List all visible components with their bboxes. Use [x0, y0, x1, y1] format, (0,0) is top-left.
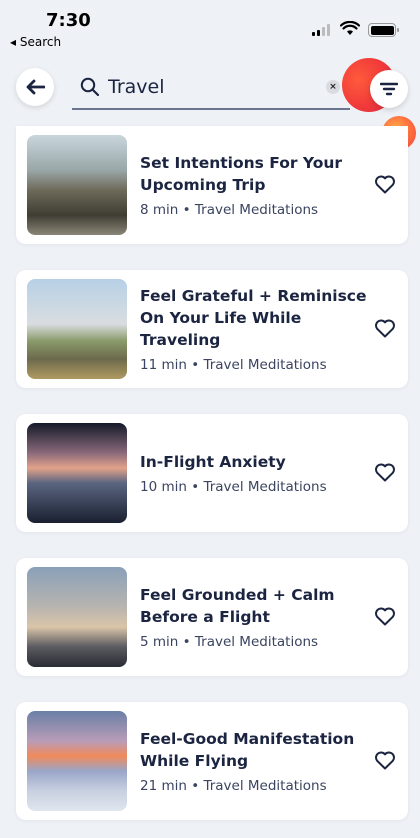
list-item[interactable]: Feel Grateful + Reminisce On Your Life W… [16, 270, 408, 388]
meditation-thumbnail [27, 567, 127, 667]
list-item[interactable]: Feel-Good Manifestation While Flying 21 … [16, 702, 408, 820]
meditation-thumbnail [27, 423, 127, 523]
list-item[interactable]: Feel Grounded + Calm Before a Flight 5 m… [16, 558, 408, 676]
meditation-thumbnail [27, 711, 127, 811]
back-button[interactable] [16, 68, 54, 106]
heart-icon[interactable] [374, 174, 396, 194]
meditation-title: In-Flight Anxiety [140, 453, 286, 471]
heart-icon[interactable] [374, 462, 396, 482]
wifi-icon [339, 20, 361, 40]
search-icon [80, 77, 100, 97]
meditation-title: Feel-Good Manifestation While Flying [140, 730, 355, 770]
meditation-title: Set Intentions For Your Upcoming Trip [140, 154, 343, 194]
heart-icon[interactable] [374, 606, 396, 626]
meditation-meta: 8 min • Travel Meditations [140, 202, 319, 218]
cellular-signal-icon [312, 24, 330, 36]
heart-icon[interactable] [374, 750, 396, 770]
clear-search-button[interactable]: × [326, 80, 340, 94]
heart-icon[interactable] [374, 318, 396, 338]
meditation-meta: 10 min • Travel Meditations [140, 479, 327, 495]
filter-icon [380, 82, 398, 96]
filter-button[interactable] [370, 70, 408, 108]
list-item[interactable]: In-Flight Anxiety 10 min • Travel Medita… [16, 414, 408, 532]
arrow-left-icon [26, 79, 45, 95]
meditation-thumbnail [27, 279, 127, 379]
battery-icon [368, 23, 399, 37]
meditation-title: Feel Grateful + Reminisce On Your Life W… [140, 287, 367, 349]
status-bar: 7:30 ◂ Search [0, 0, 420, 56]
meditation-thumbnail [27, 135, 127, 235]
status-time: 7:30 [46, 10, 91, 31]
search-results-list: Set Intentions For Your Upcoming Trip 8 … [16, 126, 408, 838]
meditation-meta: 11 min • Travel Meditations [140, 357, 327, 373]
meditation-meta: 21 min • Travel Meditations [140, 778, 327, 794]
list-item[interactable]: Set Intentions For Your Upcoming Trip 8 … [16, 126, 408, 244]
search-header: × [0, 58, 420, 118]
meditation-title: Feel Grounded + Calm Before a Flight [140, 586, 335, 626]
back-to-app-link[interactable]: ◂ Search [10, 35, 61, 49]
meditation-meta: 5 min • Travel Meditations [140, 634, 319, 650]
search-input[interactable] [108, 76, 351, 98]
search-field[interactable]: × [72, 66, 351, 110]
